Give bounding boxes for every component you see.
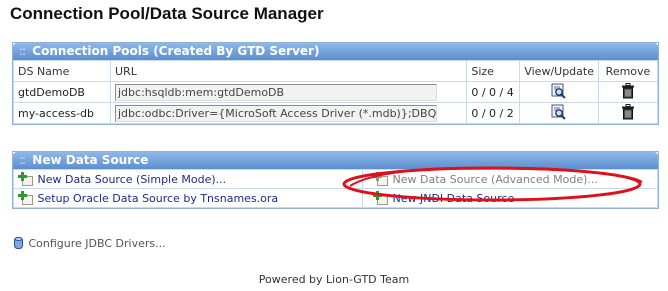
url-cell: jdbc:hsqldb:mem:gtdDemoDB <box>109 81 468 103</box>
new-jndi-link[interactable]: New JNDI Data Source <box>393 192 515 205</box>
ds-name-cell: my-access-db <box>13 102 111 124</box>
col-ds-name: DS Name <box>13 60 111 82</box>
new-data-source-title: New Data Source <box>32 153 149 167</box>
new-data-source-advanced-link[interactable]: New Data Source (Advanced Mode)... <box>393 173 598 186</box>
new-data-source-header: :: New Data Source <box>13 152 658 169</box>
magnifier-icon[interactable] <box>551 83 567 102</box>
new-data-source-panel: :: New Data Source New Data Source (Simp… <box>12 151 659 209</box>
table-row: my-access-db jdbc:odbc:Driver={MicroSoft… <box>13 102 658 124</box>
dots-icon: :: <box>19 153 26 167</box>
configure-jdbc-row: Configure JDBC Drivers... <box>14 236 166 253</box>
footer-text: Powered by Lion-GTD Team <box>258 273 410 286</box>
add-document-icon <box>18 191 33 205</box>
add-document-icon <box>373 172 388 186</box>
col-size: Size <box>466 60 521 82</box>
size-cell: 0 / 0 / 4 <box>466 81 521 103</box>
col-remove: Remove <box>598 60 658 82</box>
new-ds-simple-cell: New Data Source (Simple Mode)... <box>13 169 363 189</box>
database-icon <box>14 236 23 253</box>
connection-pools-header: :: Connection Pools (Created By GTD Serv… <box>13 43 658 60</box>
list-item: New Data Source (Simple Mode)... New Dat… <box>13 169 658 189</box>
table-header-row: DS Name URL Size View/Update Remove <box>13 60 658 82</box>
dots-icon: :: <box>19 44 26 58</box>
configure-jdbc-link[interactable]: Configure JDBC Drivers... <box>29 237 166 250</box>
col-url: URL <box>109 60 468 82</box>
col-view-update: View/Update <box>519 60 599 82</box>
remove-cell <box>598 81 658 103</box>
jndi-cell: New JNDI Data Source <box>362 188 658 208</box>
add-document-icon <box>373 191 388 205</box>
add-document-icon <box>18 172 33 186</box>
size-cell: 0 / 0 / 2 <box>466 102 521 124</box>
connection-pools-table: DS Name URL Size View/Update Remove gtdD… <box>13 60 658 124</box>
new-data-source-simple-link[interactable]: New Data Source (Simple Mode)... <box>38 173 227 186</box>
remove-cell <box>598 102 658 124</box>
setup-oracle-link[interactable]: Setup Oracle Data Source by Tnsnames.ora <box>38 192 279 205</box>
list-item: Setup Oracle Data Source by Tnsnames.ora… <box>13 188 658 208</box>
view-update-cell <box>519 81 599 103</box>
ds-name-cell: gtdDemoDB <box>13 81 111 103</box>
table-row: gtdDemoDB jdbc:hsqldb:mem:gtdDemoDB 0 / … <box>13 81 658 103</box>
oracle-cell: Setup Oracle Data Source by Tnsnames.ora <box>13 188 363 208</box>
page-title: Connection Pool/Data Source Manager <box>10 4 324 23</box>
url-cell: jdbc:odbc:Driver={MicroSoft Access Drive… <box>109 102 468 124</box>
url-field[interactable]: jdbc:odbc:Driver={MicroSoft Access Drive… <box>115 104 437 122</box>
trash-icon[interactable] <box>621 82 635 102</box>
connection-pools-panel: :: Connection Pools (Created By GTD Serv… <box>12 42 659 125</box>
trash-icon[interactable] <box>621 103 635 123</box>
new-ds-advanced-cell: New Data Source (Advanced Mode)... <box>362 169 658 189</box>
url-field[interactable]: jdbc:hsqldb:mem:gtdDemoDB <box>115 83 437 101</box>
connection-pools-title: Connection Pools (Created By GTD Server) <box>32 44 320 58</box>
view-update-cell <box>519 102 599 124</box>
magnifier-icon[interactable] <box>551 104 567 123</box>
new-data-source-table: New Data Source (Simple Mode)... New Dat… <box>13 169 658 208</box>
